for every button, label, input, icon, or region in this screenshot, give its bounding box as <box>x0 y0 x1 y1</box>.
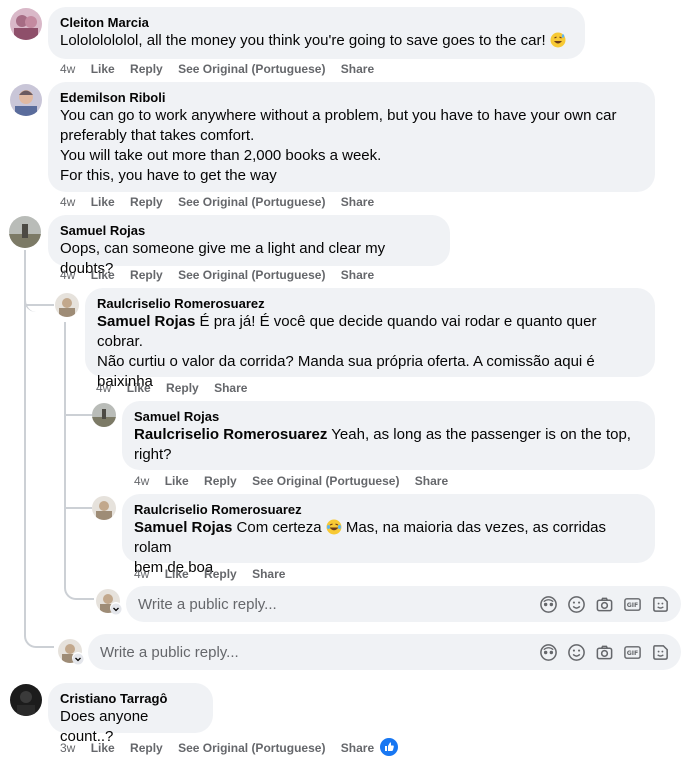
mention-tag[interactable]: Raulcriselio Romerosuarez <box>134 426 327 443</box>
reply-button[interactable]: Reply <box>130 741 163 755</box>
comment-bubble: Edemilson Riboli You can go to work anyw… <box>48 82 655 192</box>
comment-text: Lolololololol, all the money you think y… <box>60 31 573 51</box>
comment-text: You can go to work anywhere without a pr… <box>60 107 617 184</box>
share-button[interactable]: Share <box>252 567 285 581</box>
comment-time[interactable]: 4w <box>60 268 75 282</box>
share-button[interactable]: Share <box>341 62 374 76</box>
thread-branch-h <box>26 304 54 306</box>
gif-icon[interactable]: GIF <box>623 595 642 614</box>
share-button[interactable]: Share <box>341 195 374 209</box>
comment-time[interactable]: 4w <box>134 567 149 581</box>
chevron-down-icon[interactable] <box>110 602 122 615</box>
reply-button[interactable]: Reply <box>166 381 199 395</box>
like-reaction-icon[interactable] <box>379 737 399 757</box>
share-button[interactable]: Share <box>341 268 374 282</box>
emoji-icon[interactable] <box>567 643 586 662</box>
comment-time[interactable]: 4w <box>134 474 149 488</box>
thread-branch-end2 <box>64 586 94 600</box>
comment-author[interactable]: Raulcriselio Romerosuarez <box>134 502 643 518</box>
comment-actions: 3w Like Reply See Original (Portuguese) … <box>60 740 386 756</box>
emoji-icon[interactable] <box>567 595 586 614</box>
avatar[interactable] <box>10 8 42 40</box>
like-button[interactable]: Like <box>165 567 189 581</box>
thread-line-main <box>24 250 26 635</box>
comment-actions: 4w Like Reply See Original (Portuguese) … <box>60 267 386 283</box>
thread-line-nested <box>64 322 66 588</box>
comment-time[interactable]: 4w <box>60 195 75 209</box>
reply-button[interactable]: Reply <box>204 474 237 488</box>
comment-bubble: Samuel Rojas Raulcriselio Romerosuarez Y… <box>122 401 655 470</box>
gif-icon[interactable]: GIF <box>623 643 642 662</box>
reply-button[interactable]: Reply <box>130 268 163 282</box>
mention-tag[interactable]: Samuel Rojas <box>134 519 232 536</box>
see-original-button[interactable]: See Original (Portuguese) <box>178 268 325 282</box>
reply-button[interactable]: Reply <box>204 567 237 581</box>
comment-bubble: Samuel Rojas Oops, can someone give me a… <box>48 215 450 277</box>
see-original-button[interactable]: See Original (Portuguese) <box>178 62 325 76</box>
comment-author[interactable]: Cleiton Marcia <box>60 15 573 31</box>
like-button[interactable]: Like <box>91 268 115 282</box>
mention-tag[interactable]: Samuel Rojas <box>97 313 195 330</box>
comment-bubble: Cristiano Tarragô Does anyone count..? <box>48 683 213 745</box>
avatar-sticker-icon[interactable] <box>539 595 558 614</box>
comment-time[interactable]: 3w <box>60 741 75 755</box>
sticker-icon[interactable] <box>651 595 670 614</box>
like-button[interactable]: Like <box>127 381 151 395</box>
comment-bubble: Cleiton Marcia Lolololololol, all the mo… <box>48 7 585 59</box>
svg-text:GIF: GIF <box>627 650 639 657</box>
comment-actions: 4w Like Reply See Original (Portuguese) … <box>60 61 386 77</box>
avatar[interactable] <box>55 293 79 317</box>
comment-author[interactable]: Samuel Rojas <box>60 223 438 239</box>
comment-text: Raulcriselio Romerosuarez Yeah, as long … <box>134 426 631 463</box>
share-button[interactable]: Share <box>214 381 247 395</box>
avatar[interactable] <box>9 216 41 248</box>
laughing-tears-emoji <box>326 519 342 535</box>
share-button[interactable]: Share <box>415 474 448 488</box>
comment-actions: 4w Like Reply Share <box>134 566 297 582</box>
thread-branch-h3 <box>66 507 92 509</box>
avatar-sticker-icon[interactable] <box>539 643 558 662</box>
thread-branch <box>24 300 54 312</box>
reply-placeholder[interactable]: Write a public reply... <box>126 596 539 613</box>
avatar[interactable] <box>92 496 116 520</box>
comment-actions: 4w Like Reply See Original (Portuguese) … <box>134 473 460 489</box>
like-button[interactable]: Like <box>91 741 115 755</box>
see-original-button[interactable]: See Original (Portuguese) <box>178 741 325 755</box>
comment-bubble: Raulcriselio Romerosuarez Samuel Rojas É… <box>85 288 655 390</box>
reply-input[interactable]: Write a public reply... GIF <box>126 586 681 622</box>
comment-author[interactable]: Samuel Rojas <box>134 409 643 425</box>
like-button[interactable]: Like <box>165 474 189 488</box>
avatar[interactable] <box>92 403 116 427</box>
reply-placeholder[interactable]: Write a public reply... <box>88 644 539 661</box>
grinning-sweat-emoji <box>550 32 566 48</box>
chevron-down-icon[interactable] <box>72 652 84 665</box>
reply-input[interactable]: Write a public reply... GIF <box>88 634 681 670</box>
like-button[interactable]: Like <box>91 62 115 76</box>
thread-branch-end <box>24 634 54 648</box>
thread-branch-h2 <box>66 414 92 416</box>
comment-actions: 4w Like Reply Share <box>96 380 259 396</box>
avatar[interactable] <box>10 684 42 716</box>
comment-actions: 4w Like Reply See Original (Portuguese) … <box>60 194 386 210</box>
comment-bubble: Raulcriselio Romerosuarez Samuel Rojas C… <box>122 494 655 576</box>
comment-author[interactable]: Cristiano Tarragô <box>60 691 201 707</box>
like-button[interactable]: Like <box>91 195 115 209</box>
comment-time[interactable]: 4w <box>60 62 75 76</box>
see-original-button[interactable]: See Original (Portuguese) <box>252 474 399 488</box>
share-button[interactable]: Share <box>341 741 374 755</box>
reply-button[interactable]: Reply <box>130 195 163 209</box>
reply-button[interactable]: Reply <box>130 62 163 76</box>
see-original-button[interactable]: See Original (Portuguese) <box>178 195 325 209</box>
svg-text:GIF: GIF <box>627 602 639 609</box>
avatar[interactable] <box>10 84 42 116</box>
comment-author[interactable]: Edemilson Riboli <box>60 90 643 106</box>
sticker-icon[interactable] <box>651 643 670 662</box>
comment-author[interactable]: Raulcriselio Romerosuarez <box>97 296 643 312</box>
comment-time[interactable]: 4w <box>96 381 111 395</box>
camera-icon[interactable] <box>595 595 614 614</box>
camera-icon[interactable] <box>595 643 614 662</box>
